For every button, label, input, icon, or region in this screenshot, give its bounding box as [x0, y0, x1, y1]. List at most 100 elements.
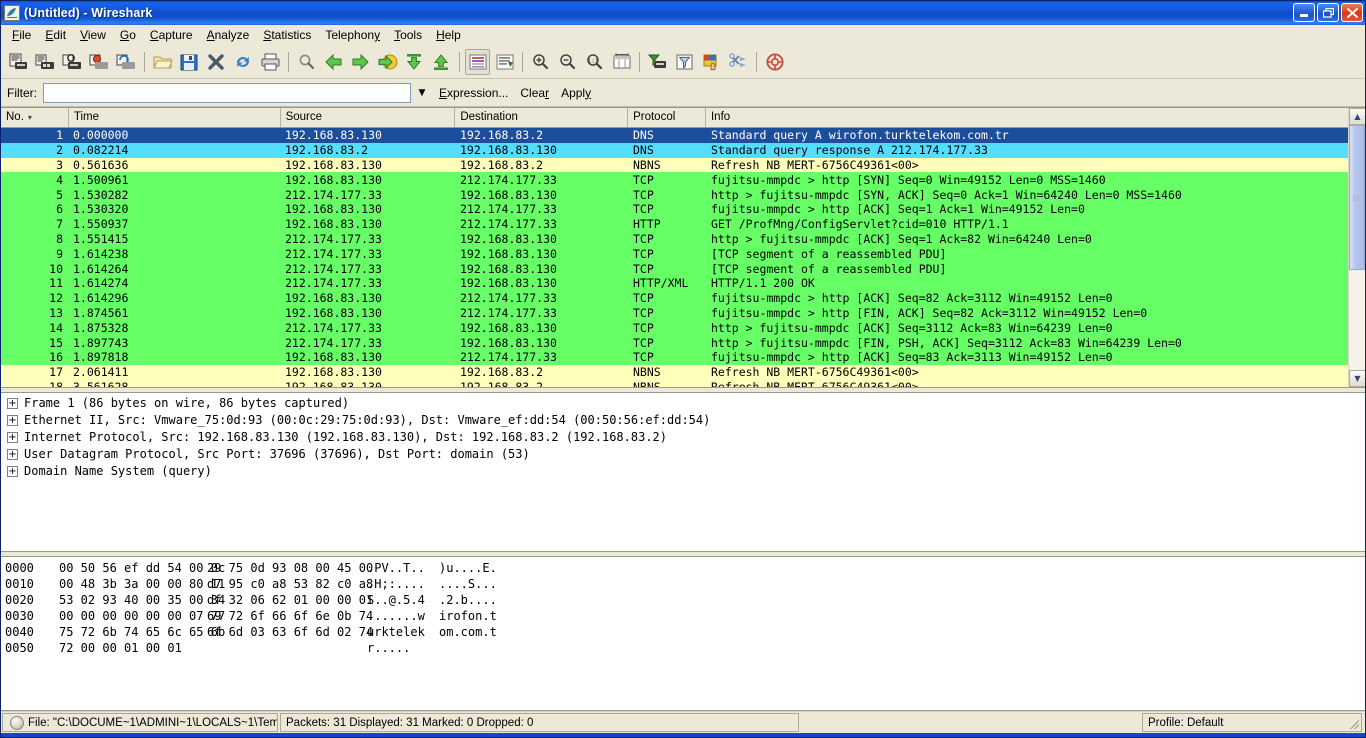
capture-filters-icon[interactable] — [645, 49, 670, 75]
table-row[interactable]: 11 1.614274 212.174.177.33 192.168.83.130 HT… — [1, 275, 1348, 291]
menu-telephony[interactable]: Telephony — [318, 26, 387, 44]
packet-list-scrollbar[interactable]: ▲ ▼ — [1348, 108, 1365, 387]
table-row[interactable]: 7 1.550937 192.168.83.130 212.174.177.33 HTT… — [1, 216, 1348, 232]
protocol-tree-node[interactable]: + Internet Protocol, Src: 192.168.83.130 … — [5, 430, 1365, 447]
hex-dump-row[interactable]: 0010 00 48 3b 3a 00 00 80 11 d7 95 c0 a8 5… — [5, 577, 1365, 593]
protocol-tree-node[interactable]: + User Datagram Protocol, Src Port: 37696… — [5, 447, 1365, 464]
go-last-packet-icon[interactable] — [429, 49, 454, 75]
scroll-up-icon[interactable]: ▲ — [1349, 108, 1365, 125]
print-icon[interactable] — [258, 49, 283, 75]
status-file-cell[interactable]: File: "C:\DOCUME~1\ADMINI~1\LOCALS~1\Tem… — [2, 713, 278, 732]
table-row[interactable]: 9 1.614238 212.174.177.33 192.168.83.130 TCP… — [1, 246, 1348, 262]
expand-plus-icon[interactable]: + — [7, 398, 18, 409]
column-header-destination[interactable]: Destination — [455, 108, 629, 127]
protocol-tree-node[interactable]: + Domain Name System (query) — [5, 464, 1365, 481]
column-header-protocol[interactable]: Protocol — [628, 108, 706, 127]
save-file-icon[interactable] — [177, 49, 202, 75]
table-row[interactable]: 6 1.530320 192.168.83.130 212.174.177.33 TCP… — [1, 201, 1348, 217]
table-row[interactable]: 1 0.000000 192.168.83.130 192.168.83.2 DNS St… — [1, 128, 1348, 143]
interfaces-icon[interactable] — [6, 49, 31, 75]
table-row[interactable]: 10 1.614264 212.174.177.33 192.168.83.130 TC… — [1, 261, 1348, 276]
reload-file-icon[interactable] — [231, 49, 256, 75]
expand-plus-icon[interactable]: + — [7, 415, 18, 426]
menu-statistics[interactable]: Statistics — [256, 26, 318, 44]
column-header-no[interactable]: No. ▾ — [1, 108, 69, 127]
table-row[interactable]: 17 2.061411 192.168.83.130 192.168.83.2 NBNS… — [1, 364, 1348, 380]
zoom-normal-icon[interactable]: 1:1 — [582, 49, 607, 75]
column-header-info[interactable]: Info — [706, 108, 1348, 127]
protocol-tree-node[interactable]: + Frame 1 (86 bytes on wire, 86 bytes cap… — [5, 396, 1365, 413]
go-forward-icon[interactable] — [348, 49, 373, 75]
menu-help[interactable]: Help — [429, 26, 468, 44]
resize-grip-icon[interactable] — [1349, 719, 1359, 729]
stop-capture-icon[interactable] — [87, 49, 112, 75]
menu-file[interactable]: File — [5, 26, 38, 44]
menu-capture[interactable]: Capture — [143, 26, 200, 44]
colorize-icon[interactable] — [465, 49, 490, 75]
table-row[interactable]: 5 1.530282 212.174.177.33 192.168.83.130 TCP… — [1, 187, 1348, 202]
column-header-source[interactable]: Source — [281, 108, 456, 127]
table-row[interactable]: 16 1.897818 192.168.83.130 212.174.177.33 TC… — [1, 349, 1348, 365]
hex-dump-row[interactable]: 0050 72 00 00 01 00 01 r..... — [5, 641, 1365, 657]
menu-edit[interactable]: Edit — [38, 26, 73, 44]
chevron-down-icon[interactable]: ▼ — [411, 83, 433, 103]
table-row[interactable]: 14 1.875328 212.174.177.33 192.168.83.130 TC… — [1, 320, 1348, 336]
packet-source: 192.168.83.130 — [285, 350, 382, 365]
go-to-packet-icon[interactable] — [375, 49, 400, 75]
scrollbar-track[interactable] — [1349, 125, 1365, 370]
close-file-icon[interactable] — [204, 49, 229, 75]
minimize-button[interactable] — [1293, 3, 1315, 22]
apply-button[interactable]: Apply — [555, 84, 597, 102]
table-row[interactable]: 2 0.082214 192.168.83.2 192.168.83.130 DNS St… — [1, 142, 1348, 158]
expand-plus-icon[interactable]: + — [7, 432, 18, 443]
find-packet-icon[interactable] — [294, 49, 319, 75]
menu-view[interactable]: View — [73, 26, 113, 44]
expression-button[interactable]: Expression... — [433, 84, 514, 102]
protocol-tree-label: Frame 1 (86 bytes on wire, 86 bytes capt… — [24, 396, 350, 410]
protocol-tree-node[interactable]: + Ethernet II, Src: Vmware_75:0d:93 (00:0… — [5, 413, 1365, 430]
auto-scroll-icon[interactable] — [492, 49, 517, 75]
table-row[interactable]: 13 1.874561 192.168.83.130 212.174.177.33 TC… — [1, 305, 1348, 321]
packet-time: 0.082214 — [73, 143, 129, 158]
clear-button[interactable]: Clear — [514, 84, 555, 102]
hex-dump-row[interactable]: 0020 53 02 93 40 00 35 00 34 df 32 06 62 0… — [5, 593, 1365, 609]
scrollbar-thumb[interactable] — [1349, 125, 1365, 270]
packet-time: 1.897818 — [73, 350, 129, 365]
menu-tools[interactable]: Tools — [387, 26, 429, 44]
window-bottom-edge — [1, 733, 1365, 737]
hex-dump-row[interactable]: 0030 00 00 00 00 00 00 07 77 69 72 6f 66 6… — [5, 609, 1365, 625]
preferences-icon[interactable] — [726, 49, 751, 75]
hex-dump-row[interactable]: 0000 00 50 56 ef dd 54 00 0c 29 75 0d 93 0… — [5, 561, 1365, 577]
open-file-icon[interactable] — [150, 49, 175, 75]
menu-analyze[interactable]: Analyze — [200, 26, 257, 44]
table-row[interactable]: 4 1.500961 192.168.83.130 212.174.177.33 TCP… — [1, 172, 1348, 188]
table-row[interactable]: 3 0.561636 192.168.83.130 192.168.83.2 NBNS R… — [1, 157, 1348, 173]
expand-plus-icon[interactable]: + — [7, 449, 18, 460]
hex-dump-row[interactable]: 0040 75 72 6b 74 65 6c 65 6b 6f 6d 03 63 6… — [5, 625, 1365, 641]
display-filters-icon[interactable] — [672, 49, 697, 75]
column-header-time[interactable]: Time — [69, 108, 281, 127]
packet-destination: 212.174.177.33 — [460, 350, 557, 365]
go-first-packet-icon[interactable] — [402, 49, 427, 75]
zoom-out-icon[interactable] — [555, 49, 580, 75]
zoom-in-icon[interactable] — [528, 49, 553, 75]
restore-button[interactable] — [1317, 3, 1339, 22]
start-capture-icon[interactable] — [60, 49, 85, 75]
go-back-icon[interactable] — [321, 49, 346, 75]
table-row[interactable]: 18 3.561628 192.168.83.130 192.168.83.2 NBNS… — [1, 379, 1348, 387]
resize-columns-icon[interactable] — [609, 49, 634, 75]
close-button[interactable] — [1341, 3, 1363, 22]
filter-input[interactable] — [43, 82, 411, 103]
coloring-rules-icon[interactable] — [699, 49, 724, 75]
expand-plus-icon[interactable]: + — [7, 466, 18, 477]
help-icon[interactable] — [762, 49, 787, 75]
capture-options-icon[interactable] — [33, 49, 58, 75]
scroll-down-icon[interactable]: ▼ — [1349, 370, 1365, 387]
menu-go[interactable]: Go — [113, 26, 143, 44]
status-profile-cell[interactable]: Profile: Default — [1142, 713, 1362, 732]
table-row[interactable]: 15 1.897743 212.174.177.33 192.168.83.130 TC… — [1, 335, 1348, 350]
table-row[interactable]: 8 1.551415 212.174.177.33 192.168.83.130 TCP… — [1, 231, 1348, 247]
table-row[interactable]: 12 1.614296 192.168.83.130 212.174.177.33 TC… — [1, 290, 1348, 306]
restart-capture-icon[interactable] — [114, 49, 139, 75]
packet-no: 12 — [49, 291, 63, 306]
